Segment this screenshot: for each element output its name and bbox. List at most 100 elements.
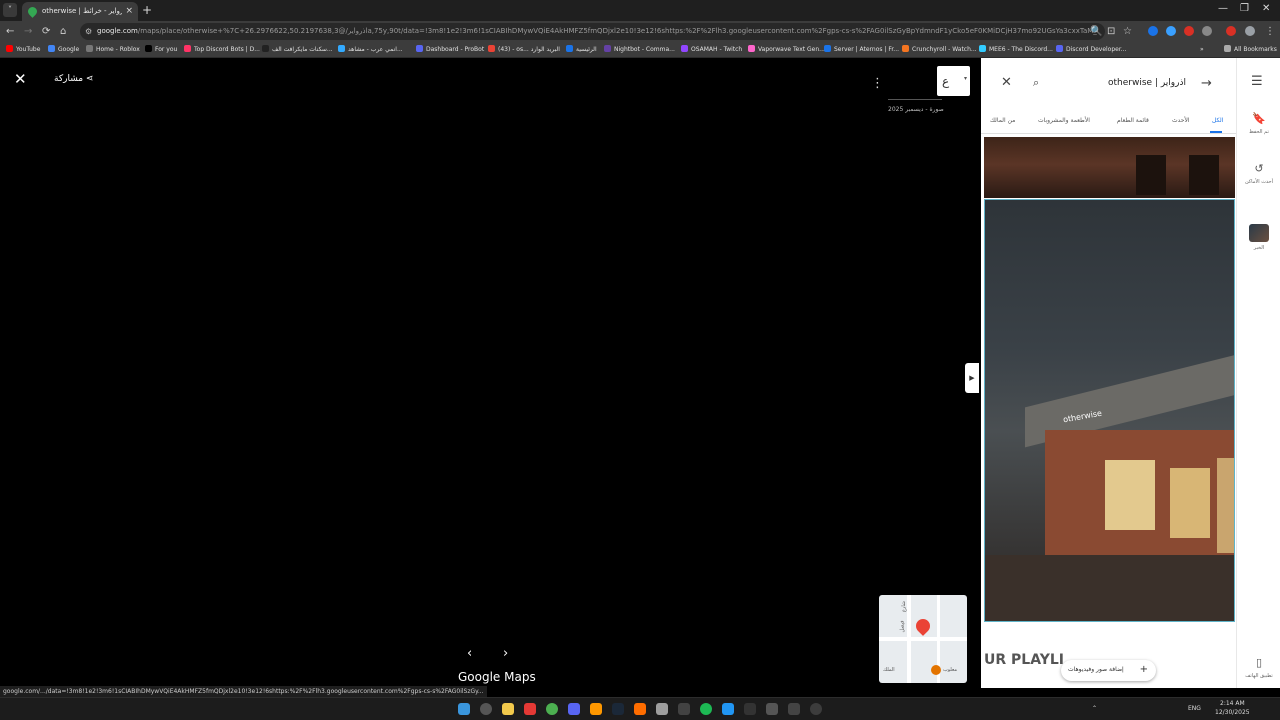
bookmark-star-icon[interactable]: ☆ <box>1123 25 1132 38</box>
close-search-icon[interactable]: ✕ <box>1001 75 1012 91</box>
extension-icon[interactable] <box>1166 26 1176 36</box>
calculator-icon[interactable] <box>678 703 690 715</box>
search-icon[interactable] <box>480 703 492 715</box>
new-tab-button[interactable]: + <box>142 3 152 17</box>
all-bookmarks-button[interactable]: All Bookmarks <box>1224 44 1277 55</box>
share-button[interactable]: مشاركة ⋖ <box>54 72 93 86</box>
x-icon <box>145 45 152 52</box>
bookmark-item[interactable]: OSAMAH - Twitch <box>681 44 742 55</box>
app-icon[interactable] <box>656 703 668 715</box>
tab-by-owner[interactable]: من المالك <box>990 116 1015 126</box>
roblox-icon <box>86 45 93 52</box>
maximize-icon[interactable]: ❐ <box>1240 3 1249 15</box>
address-bar[interactable]: ⚙ google.com/maps/place/otherwise+%7C+اذ… <box>80 23 1105 40</box>
rail-item-recent-place[interactable]: الخبر <box>1237 224 1280 252</box>
tab-food-drink[interactable]: الأطعمة والمشروبات <box>1038 116 1090 126</box>
file-explorer-icon[interactable] <box>502 703 514 715</box>
tab-all[interactable]: الكل <box>1212 116 1223 126</box>
browser-tab-active[interactable]: otherwise | اذرواير - خرائط Goo × <box>22 2 138 21</box>
recording-icon[interactable] <box>1226 26 1236 36</box>
more-options-icon[interactable]: ⋮ <box>871 76 884 92</box>
rail-item-get-app[interactable]: ▯ تطبيق الهاتف <box>1237 656 1280 680</box>
tab-close-icon[interactable]: × <box>125 5 133 17</box>
profile-avatar[interactable] <box>1245 26 1255 36</box>
bookmark-item[interactable]: سكنات مايكرافت الف... <box>262 44 333 55</box>
site-icon <box>338 45 345 52</box>
tab-latest[interactable]: الأحدث <box>1172 116 1190 126</box>
clock-time[interactable]: 2:14 AM <box>1220 700 1245 708</box>
bookmarks-overflow-icon[interactable]: » <box>1200 44 1204 55</box>
bookmark-icon: 🔖 <box>1252 112 1266 125</box>
bookmark-item[interactable]: Crunchyroll - Watch... <box>902 44 977 55</box>
window-close-icon[interactable]: ✕ <box>1262 3 1270 15</box>
windows-start-icon[interactable] <box>458 703 470 715</box>
rail-item-saved[interactable]: 🔖 تم الحفظ <box>1237 112 1280 136</box>
poi-label: معلوب <box>943 667 958 673</box>
tab-menu[interactable]: قائمة الطعام <box>1117 116 1149 126</box>
address-url[interactable]: google.com/maps/place/otherwise+%7C+اذرو… <box>97 26 1097 37</box>
collapse-panel-button[interactable]: ▶ <box>965 363 979 393</box>
app-icon[interactable] <box>788 703 800 715</box>
directions-arrow-icon[interactable]: → <box>1201 76 1212 92</box>
mee6-icon <box>979 45 986 52</box>
reload-icon[interactable]: ⟳ <box>42 25 50 38</box>
bookmark-item[interactable]: MEE6 - The Discord... <box>979 44 1053 55</box>
bookmark-item[interactable]: Home - Roblox <box>86 44 140 55</box>
bookmark-item[interactable]: Nightbot - Comma... <box>604 44 675 55</box>
extensions-puzzle-icon[interactable] <box>1202 26 1212 36</box>
search-input[interactable]: otherwise | اذرواير <box>1106 77 1186 90</box>
app-icon[interactable] <box>722 703 734 715</box>
forward-icon[interactable]: → <box>24 25 32 38</box>
minimize-icon[interactable]: — <box>1218 3 1228 15</box>
map-label: الملك <box>883 667 895 673</box>
app-icon[interactable] <box>634 703 646 715</box>
tab-search-button[interactable]: ˅ <box>3 3 17 17</box>
photo-thumbnail-selected[interactable]: otherwise <box>984 199 1235 622</box>
tray-overflow-icon[interactable]: ⌃ <box>1092 705 1097 713</box>
bookmark-item[interactable]: Top Discord Bots | D... <box>184 44 260 55</box>
contributor-avatar[interactable]: ع ▾ <box>937 66 970 96</box>
site-info-icon[interactable]: ⚙ <box>85 26 92 37</box>
add-photos-button[interactable]: إضافة صور وفيديوهات + <box>1061 660 1156 681</box>
twitch-icon <box>681 45 688 52</box>
bookmark-item[interactable]: الرئيسية <box>566 44 597 55</box>
place-panel: → otherwise | اذرواير ⌕ ✕ الكل الأحدث قا… <box>981 58 1236 688</box>
steam-icon[interactable] <box>612 703 624 715</box>
previous-photo-icon[interactable]: ‹ <box>467 646 472 662</box>
clock-date[interactable]: 12/30/2025 <box>1215 709 1250 717</box>
home-icon[interactable]: ⌂ <box>60 25 66 38</box>
share-icon: ⋖ <box>85 74 94 84</box>
chrome-icon[interactable] <box>546 703 558 715</box>
bookmark-item[interactable]: Vaporwave Text Gen... <box>748 44 825 55</box>
discord-icon[interactable] <box>568 703 580 715</box>
bookmark-item[interactable]: Dashboard - ProBot <box>416 44 484 55</box>
next-photo-icon[interactable]: › <box>503 646 508 662</box>
bookmark-item[interactable]: For you <box>145 44 177 55</box>
extension-icon[interactable] <box>1184 26 1194 36</box>
zoom-icon[interactable]: 🔍 <box>1090 25 1102 38</box>
bookmark-item[interactable]: YouTube <box>6 44 40 55</box>
minimap[interactable]: شارع فيصل الملك معلوب <box>879 595 967 683</box>
cast-icon[interactable]: ⊡ <box>1107 25 1115 38</box>
bookmark-item[interactable]: انمي عرب - مشاهد... <box>338 44 403 55</box>
search-icon[interactable]: ⌕ <box>1033 76 1039 90</box>
back-icon[interactable]: ← <box>6 25 14 38</box>
extension-icon[interactable] <box>1148 26 1158 36</box>
browser-menu-icon[interactable]: ⋮ <box>1265 25 1275 38</box>
menu-icon[interactable]: ☰ <box>1251 74 1263 90</box>
app-icon[interactable] <box>590 703 602 715</box>
share-label: مشاركة <box>54 74 84 84</box>
bookmark-item[interactable]: Google <box>48 44 79 55</box>
language-indicator[interactable]: ENG <box>1188 705 1201 713</box>
app-icon[interactable] <box>810 703 822 715</box>
spotify-icon[interactable] <box>700 703 712 715</box>
bookmark-item[interactable]: Server | Aternos | Fr... <box>824 44 899 55</box>
app-icon[interactable] <box>744 703 756 715</box>
photo-thumbnail[interactable] <box>984 137 1235 198</box>
app-icon[interactable] <box>524 703 536 715</box>
bookmark-item[interactable]: (43) - os... البريد الوارد <box>488 44 560 55</box>
app-icon[interactable] <box>766 703 778 715</box>
bookmark-item[interactable]: Discord Developer... <box>1056 44 1127 55</box>
rail-item-recents[interactable]: ↺ أحدث الأماكن <box>1237 162 1280 186</box>
close-viewer-icon[interactable]: ✕ <box>14 70 27 88</box>
